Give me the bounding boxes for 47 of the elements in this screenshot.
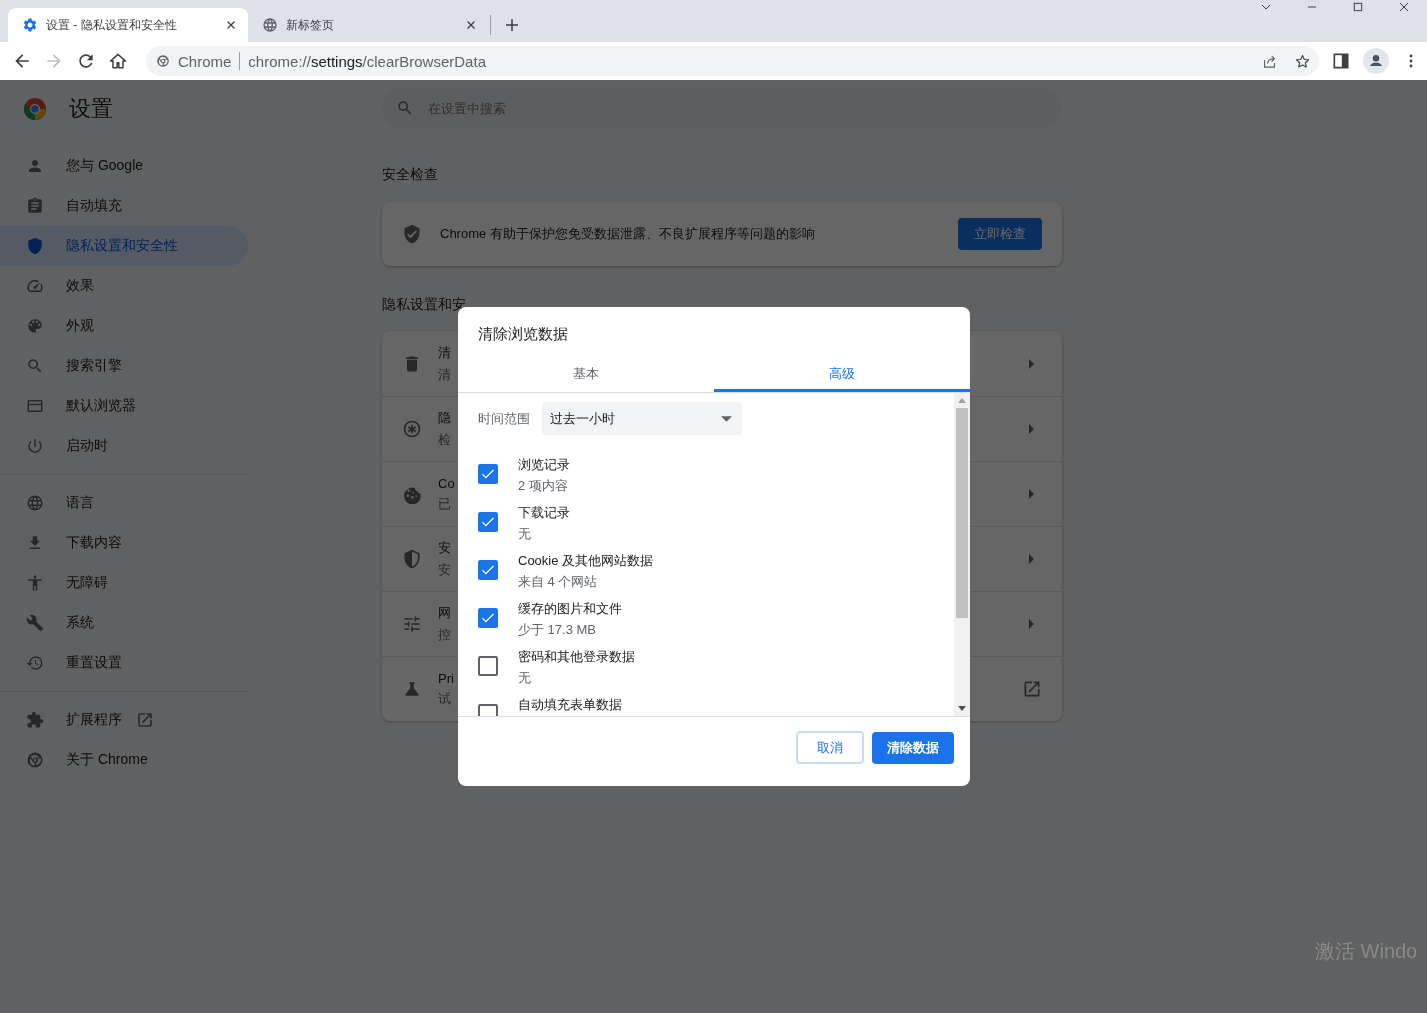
sidebar-label: 系统 <box>66 614 94 632</box>
sidebar-label: 搜索引擎 <box>66 357 122 375</box>
time-range-label: 时间范围 <box>478 409 530 428</box>
sidebar-label: 无障碍 <box>66 574 108 592</box>
sidebar-label: 启动时 <box>66 437 108 455</box>
sidebar-label: 默认浏览器 <box>66 397 136 415</box>
sidebar-label: 您与 Google <box>66 157 144 175</box>
dialog-title: 清除浏览数据 <box>477 324 569 344</box>
sidebar-label: 关于 Chrome <box>66 751 148 769</box>
option-detail: 来自 4 个网站 <box>518 573 599 591</box>
option-label: 自动填充表单数据 <box>518 696 622 714</box>
row-subtitle: 清 <box>438 365 451 384</box>
option-detail: 无 <box>518 525 532 543</box>
row-title: Pri <box>438 670 454 686</box>
sidebar-label: 外观 <box>66 317 94 335</box>
option-detail: 2 项内容 <box>518 477 569 495</box>
sidebar-label: 隐私设置和安全性 <box>66 237 178 255</box>
option-label: 密码和其他登录数据 <box>518 648 635 666</box>
settings-title: 设置 <box>69 95 113 123</box>
option-label: 浏览记录 <box>518 456 570 474</box>
sidebar-label: 下载内容 <box>66 534 122 552</box>
row-subtitle: 检 <box>438 431 451 449</box>
row-title: Co <box>438 475 455 491</box>
option-label: Cookie 及其他网站数据 <box>518 552 654 570</box>
sidebar-label: 效果 <box>66 277 94 295</box>
option-detail: 少于 17.3 MB <box>518 621 598 639</box>
row-title: 网 <box>438 604 451 622</box>
section-heading: 安全检查 <box>382 166 439 184</box>
sidebar-label: 自动填充 <box>66 197 122 215</box>
option-detail: 无 <box>518 669 532 687</box>
row-title: 安 <box>438 539 451 557</box>
row-title: 清 <box>438 343 451 362</box>
row-subtitle: 控 <box>438 626 451 644</box>
tab-title: 设置 - 隐私设置和安全性 <box>46 16 178 34</box>
row-subtitle: 已 <box>438 494 452 513</box>
option-label: 缓存的图片和文件 <box>518 600 622 618</box>
safety-check-text: Chrome 有助于保护您免受数据泄露、不良扩展程序等问题的影响 <box>440 225 816 243</box>
row-title: 隐 <box>438 409 451 427</box>
sidebar-label: 语言 <box>66 494 94 512</box>
url-text: chrome://settings/clearBrowserData <box>248 52 486 70</box>
option-label: 下载记录 <box>518 504 570 522</box>
row-subtitle: 安 <box>438 561 451 579</box>
site-label: Chrome <box>178 52 232 70</box>
row-subtitle: 试 <box>438 689 452 708</box>
tab-title: 新标签页 <box>286 16 335 34</box>
sidebar-label: 重置设置 <box>66 654 122 672</box>
sidebar-label: 扩展程序 <box>66 711 122 729</box>
